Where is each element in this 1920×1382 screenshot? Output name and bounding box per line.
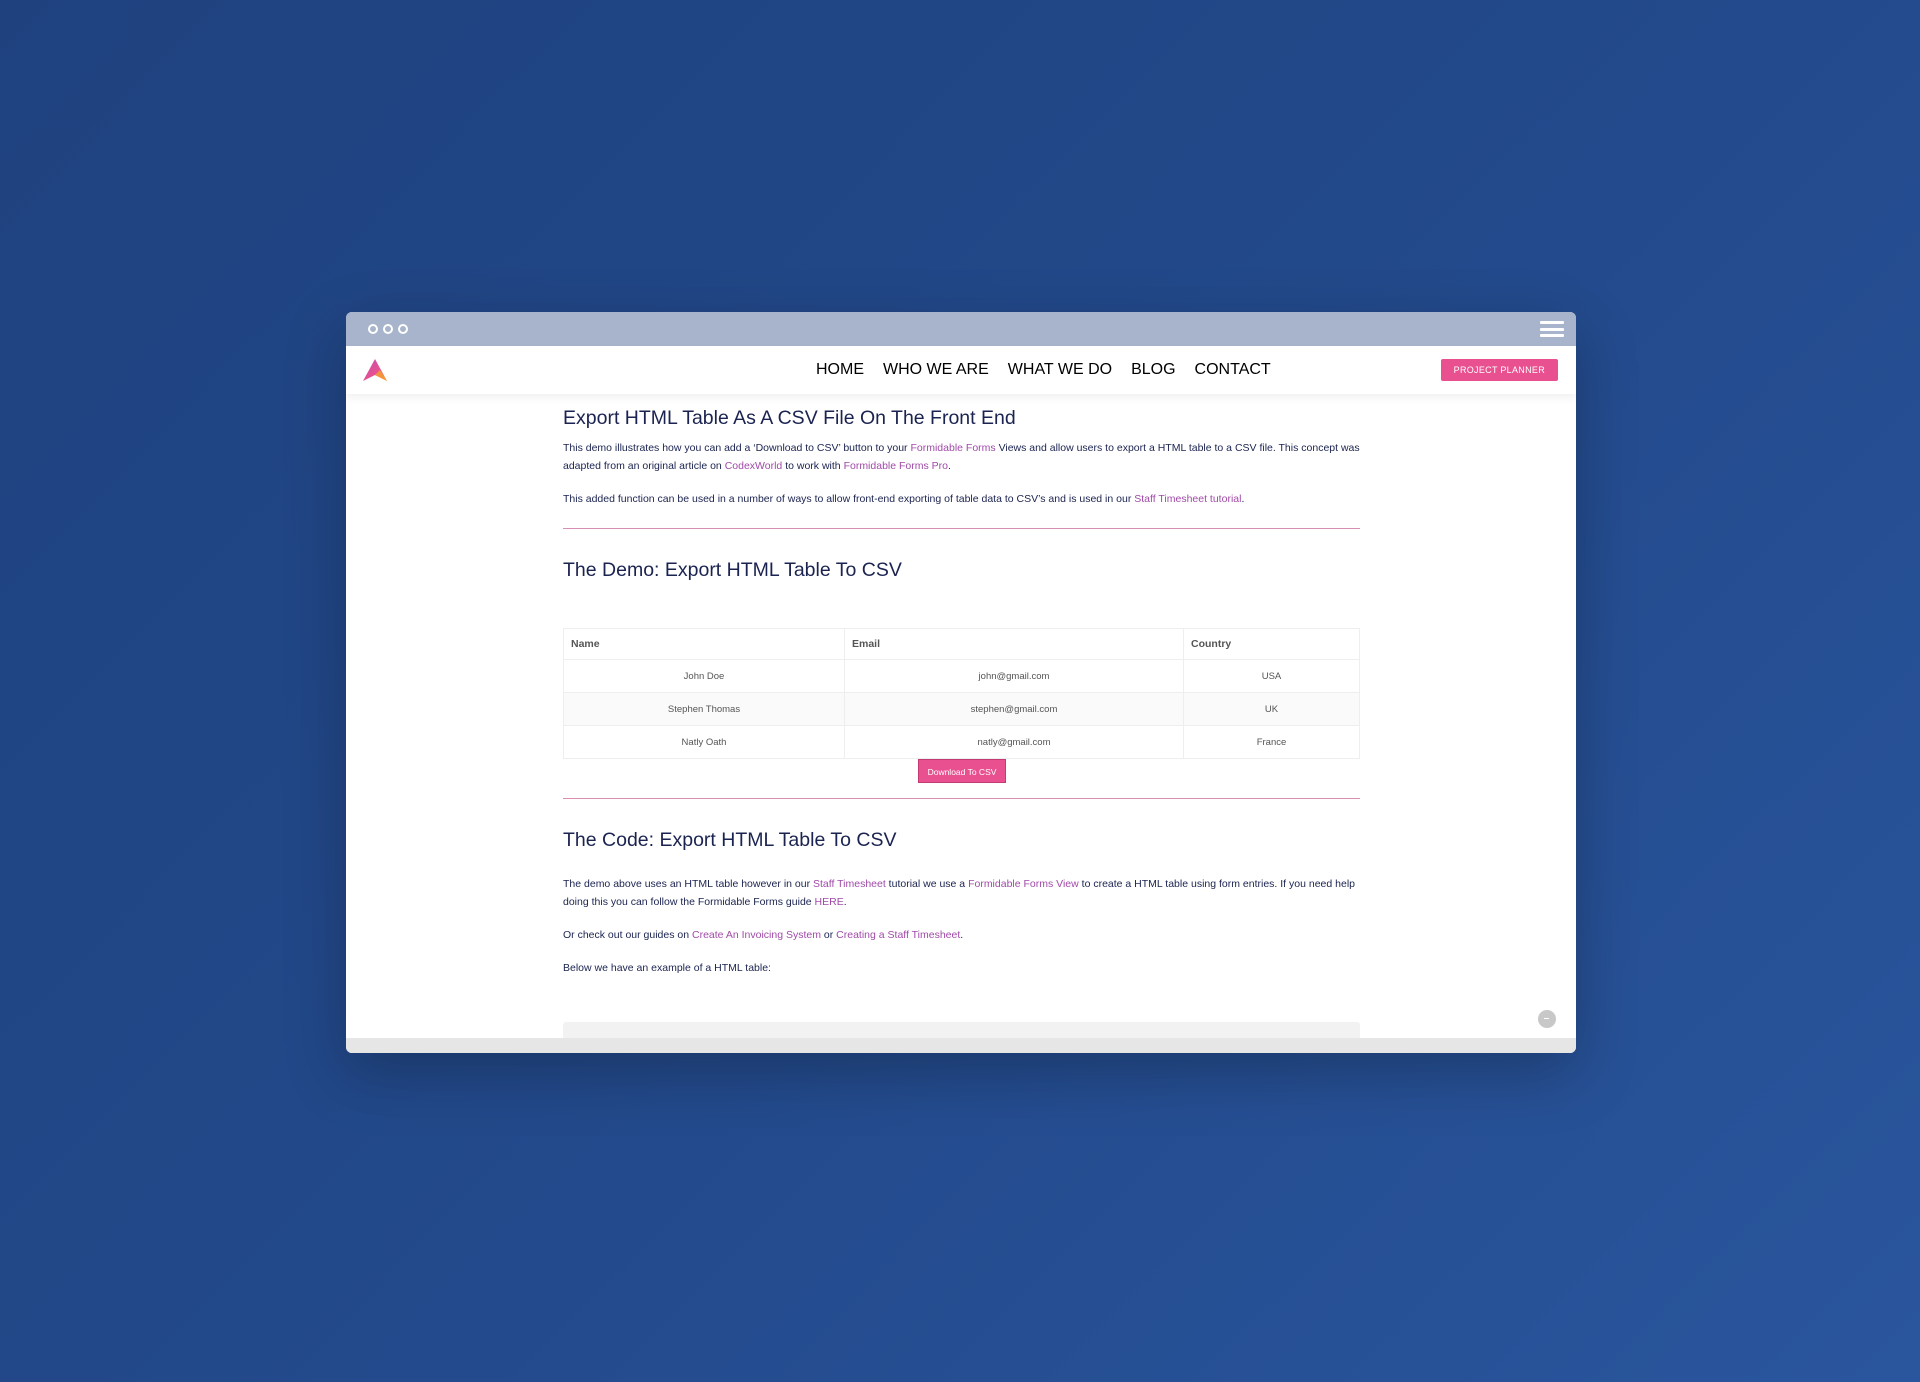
brand-logo-icon[interactable] — [362, 358, 388, 382]
cell-country: USA — [1183, 659, 1360, 693]
link-staff-timesheet-tutorial[interactable]: Staff Timesheet tutorial — [1134, 493, 1241, 505]
link-formidable-forms[interactable]: Formidable Forms — [910, 442, 995, 454]
cell-email: natly@gmail.com — [844, 725, 1184, 759]
text: This added function can be used in a num… — [563, 493, 1135, 505]
table-row: Natly Oath natly@gmail.com France — [563, 725, 1360, 759]
link-create-invoicing-system[interactable]: Create An Invoicing System — [692, 929, 821, 941]
hamburger-menu-icon[interactable] — [1540, 321, 1564, 337]
cell-name: John Doe — [563, 659, 845, 693]
text: Or check out our guides on — [563, 929, 692, 941]
section-divider — [563, 528, 1360, 529]
table-row: John Doe john@gmail.com USA — [563, 659, 1360, 693]
link-staff-timesheet[interactable]: Staff Timesheet — [813, 878, 886, 890]
intro-paragraph-1: This demo illustrates how you can add a … — [563, 439, 1360, 475]
horizontal-scrollbar[interactable] — [346, 1038, 1576, 1053]
cell-email: john@gmail.com — [844, 659, 1184, 693]
project-planner-button[interactable]: PROJECT PLANNER — [1440, 359, 1558, 381]
nav-contact[interactable]: CONTACT — [1195, 361, 1271, 379]
demo-heading: The Demo: Export HTML Table To CSV — [563, 559, 902, 581]
code-heading: The Code: Export HTML Table To CSV — [563, 829, 897, 851]
text: . — [843, 896, 847, 908]
nav-home[interactable]: HOME — [816, 361, 864, 379]
window-dot-icon[interactable] — [383, 324, 393, 334]
cell-email: stephen@gmail.com — [844, 692, 1184, 726]
nav-blog[interactable]: BLOG — [1131, 361, 1175, 379]
text: . — [1241, 493, 1245, 505]
text: The demo above uses an HTML table howeve… — [563, 878, 813, 890]
column-header-name: Name — [563, 628, 845, 660]
cell-country: France — [1183, 725, 1360, 759]
browser-window: HOME WHO WE ARE WHAT WE DO BLOG CONTACT … — [346, 312, 1576, 1053]
link-here[interactable]: HERE — [815, 896, 844, 908]
link-creating-staff-timesheet[interactable]: Creating a Staff Timesheet — [836, 929, 960, 941]
cell-name: Stephen Thomas — [563, 692, 845, 726]
code-paragraph-3: Below we have an example of a HTML table… — [563, 962, 771, 974]
section-divider — [563, 798, 1360, 799]
table-row: Stephen Thomas stephen@gmail.com UK — [563, 692, 1360, 726]
column-header-country: Country — [1183, 628, 1360, 660]
nav-who-we-are[interactable]: WHO WE ARE — [883, 361, 989, 379]
link-formidable-forms-view[interactable]: Formidable Forms View — [968, 878, 1079, 890]
text: . — [948, 460, 951, 472]
window-dot-icon[interactable] — [398, 324, 408, 334]
cell-country: UK — [1183, 692, 1360, 726]
intro-paragraph-2: This added function can be used in a num… — [563, 490, 1360, 508]
window-controls — [368, 324, 408, 334]
demo-table: Name Email Country John Doe john@gmail.c… — [563, 628, 1360, 759]
text: to work with — [782, 460, 844, 472]
text: . — [960, 929, 964, 941]
cell-name: Natly Oath — [563, 725, 845, 759]
window-dot-icon[interactable] — [368, 324, 378, 334]
nav-what-we-do[interactable]: WHAT WE DO — [1008, 361, 1112, 379]
scroll-to-top-icon[interactable] — [1538, 1010, 1556, 1028]
text: or — [820, 929, 837, 941]
main-nav: HOME WHO WE ARE WHAT WE DO BLOG CONTACT — [816, 346, 1271, 394]
text: This demo illustrates how you can add a … — [563, 442, 911, 454]
site-header: HOME WHO WE ARE WHAT WE DO BLOG CONTACT … — [346, 346, 1576, 394]
page-title: Export HTML Table As A CSV File On The F… — [563, 407, 1016, 429]
link-codexworld[interactable]: CodexWorld — [725, 460, 783, 472]
code-paragraph-2: Or check out our guides on Create An Inv… — [563, 926, 1360, 944]
column-header-email: Email — [844, 628, 1184, 660]
link-formidable-forms-pro[interactable]: Formidable Forms Pro — [844, 460, 948, 472]
text: tutorial we use a — [885, 878, 969, 890]
table-header-row: Name Email Country — [563, 628, 1360, 660]
code-paragraph-1: The demo above uses an HTML table howeve… — [563, 875, 1360, 911]
download-csv-button[interactable]: Download To CSV — [918, 759, 1006, 783]
browser-chrome — [346, 312, 1576, 346]
